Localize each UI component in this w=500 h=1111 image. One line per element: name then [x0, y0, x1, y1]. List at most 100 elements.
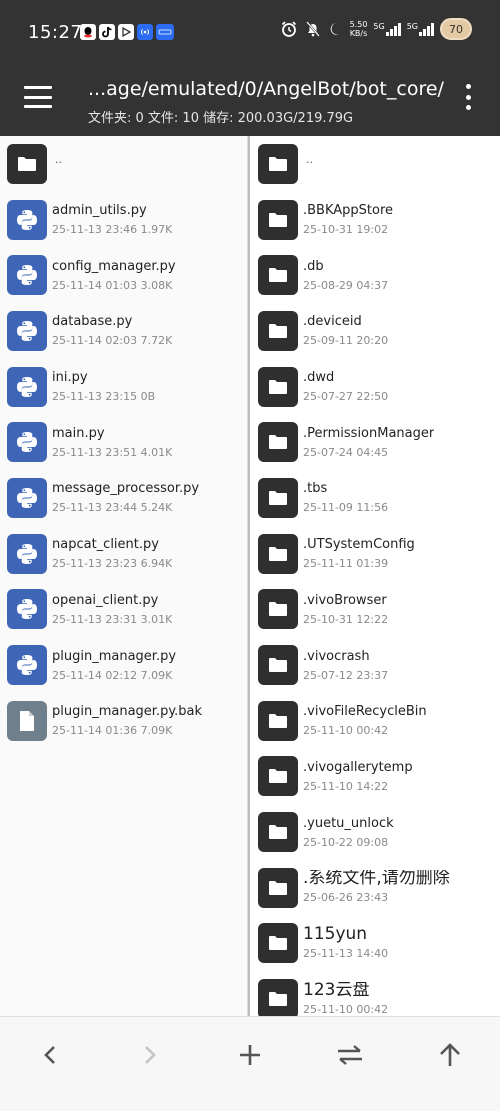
file-row[interactable]: napcat_client.py 25-11-13 23:23 6.94K [0, 526, 247, 582]
python-file-icon [7, 199, 47, 240]
folder-row[interactable]: .yuetu_unlock 25-10-22 09:08 [250, 804, 500, 860]
item-name: 123云盘 [303, 981, 370, 1000]
right-file-pane[interactable]: .. .BBKAppStore 25-10-31 19:02 .db 25-08-29 … [250, 136, 500, 1016]
item-meta: 115yun 25-11-13 14:40 [303, 926, 388, 961]
forward-button[interactable] [130, 1037, 170, 1073]
folder-icon [258, 645, 298, 686]
parent-directory-row[interactable]: .. [250, 136, 500, 192]
item-info: 25-11-13 23:15 0B [52, 390, 156, 404]
item-meta: .BBKAppStore 25-10-31 19:02 [303, 202, 393, 237]
folder-row[interactable]: .vivoBrowser 25-10-31 12:22 [250, 582, 500, 638]
file-row[interactable]: config_manager.py 25-11-14 01:03 3.08K [0, 247, 247, 303]
item-info: 25-11-13 23:31 3.01K [52, 612, 173, 626]
folder-row[interactable]: .系统文件,请勿删除 25-06-26 23:43 [250, 860, 500, 916]
file-row[interactable]: database.py 25-11-14 02:03 7.72K [0, 303, 247, 359]
folder-icon [258, 923, 298, 964]
back-button[interactable] [30, 1037, 70, 1073]
folder-row[interactable]: .tbs 25-11-09 11:56 [250, 470, 500, 526]
signal-bars-icon [419, 22, 434, 36]
app-header: ...age/emulated/0/AngelBot/bot_core/ 文件夹… [0, 62, 500, 136]
signal-label: 5G [373, 22, 385, 31]
folder-row[interactable]: 123云盘 25-11-10 00:42 [250, 971, 500, 1016]
item-meta: .db 25-08-29 04:37 [303, 258, 388, 293]
folder-icon [258, 422, 298, 463]
item-name: .系统文件,请勿删除 [303, 870, 450, 889]
folder-row[interactable]: .deviceid 25-09-11 20:20 [250, 303, 500, 359]
file-row[interactable]: plugin_manager.py 25-11-14 02:12 7.09K [0, 637, 247, 693]
item-info: 25-11-11 01:39 [303, 557, 389, 571]
folder-icon [258, 979, 298, 1016]
folder-row[interactable]: .vivoFileRecycleBin 25-11-10 00:42 [250, 693, 500, 749]
alarm-icon [281, 21, 296, 37]
item-meta: .UTSystemConfig 25-11-11 01:39 [303, 536, 415, 571]
item-name: .db [303, 258, 324, 274]
folder-icon [258, 366, 298, 407]
folder-row[interactable]: .db 25-08-29 04:37 [250, 247, 500, 303]
item-meta: .tbs 25-11-09 11:56 [303, 480, 388, 515]
folder-row[interactable]: .vivocrash 25-07-12 23:37 [250, 637, 500, 693]
item-info: 25-11-13 14:40 [303, 946, 389, 960]
signal-label: 5G [406, 22, 418, 31]
hamburger-menu-icon[interactable] [24, 86, 52, 108]
folder-row[interactable]: .UTSystemConfig 25-11-11 01:39 [250, 526, 500, 582]
item-name: 115yun [303, 925, 368, 944]
qq-icon [80, 24, 96, 40]
item-name: .dwd [303, 370, 335, 386]
python-file-icon [7, 533, 47, 574]
signal-5g-2: 5G [407, 22, 434, 36]
item-name: main.py [52, 425, 105, 441]
item-info: 25-11-13 23:46 1.97K [52, 223, 173, 237]
folder-row[interactable]: .vivogallerytemp 25-11-10 14:22 [250, 749, 500, 805]
folder-icon [258, 199, 298, 240]
item-info: 25-07-12 23:37 [303, 668, 389, 682]
folder-icon [258, 477, 298, 518]
folder-icon [258, 310, 298, 351]
item-name: .tbs [303, 481, 328, 497]
signal-bars-icon [385, 22, 401, 36]
folder-row[interactable]: .BBKAppStore 25-10-31 19:02 [250, 192, 500, 248]
bottom-toolbar [0, 1016, 500, 1111]
folder-icon [258, 533, 298, 574]
current-path[interactable]: ...age/emulated/0/AngelBot/bot_core/ [88, 78, 444, 100]
python-file-icon [7, 310, 47, 351]
folder-row[interactable]: 115yun 25-11-13 14:40 [250, 916, 500, 972]
item-info: 25-10-22 09:08 [303, 835, 389, 849]
file-row[interactable]: ini.py 25-11-13 23:15 0B [0, 359, 247, 415]
folder-icon [258, 756, 298, 797]
left-file-pane[interactable]: .. admin_utils.py 25-11-13 23:46 1.97K conf… [0, 136, 248, 1016]
file-row[interactable]: openai_client.py 25-11-13 23:31 3.01K [0, 582, 247, 638]
item-name: .vivoFileRecycleBin [303, 704, 427, 720]
item-name: .deviceid [303, 314, 362, 330]
python-file-icon [7, 589, 47, 630]
folder-row[interactable]: .PermissionManager 25-07-24 04:45 [250, 414, 500, 470]
item-name: openai_client.py [52, 592, 159, 608]
item-name: ini.py [52, 370, 88, 386]
parent-directory-row[interactable]: .. [0, 136, 247, 192]
file-row[interactable]: message_processor.py 25-11-13 23:44 5.24K [0, 470, 247, 526]
item-meta: plugin_manager.py.bak 25-11-14 01:36 7.09… [52, 703, 202, 738]
item-meta: database.py 25-11-14 02:03 7.72K [52, 313, 172, 348]
item-meta: .vivogallerytemp 25-11-10 14:22 [303, 759, 413, 794]
notification-icons [80, 24, 174, 40]
storage-stats: 文件夹: 0 文件: 10 储存: 200.03G/219.79G [88, 111, 354, 126]
swap-panes-button[interactable] [330, 1037, 370, 1073]
folder-row[interactable]: .dwd 25-07-27 22:50 [250, 359, 500, 415]
folder-icon [258, 143, 298, 184]
item-meta: .vivoFileRecycleBin 25-11-10 00:42 [303, 703, 427, 738]
item-info: 25-11-14 01:03 3.08K [52, 278, 173, 292]
chevron-right-icon [145, 1046, 156, 1064]
item-info: 25-08-29 04:37 [303, 278, 389, 292]
right-status-group: 5.50 KB/s 5G 5G 70 [280, 18, 472, 40]
item-info: 25-06-26 23:43 [303, 891, 389, 905]
item-info: 25-11-14 02:03 7.72K [52, 334, 173, 348]
parent-directory-button[interactable] [430, 1037, 470, 1073]
more-options-icon[interactable] [464, 84, 472, 110]
file-row[interactable]: plugin_manager.py.bak 25-11-14 01:36 7.09… [0, 693, 247, 749]
folder-icon [258, 700, 298, 741]
file-row[interactable]: admin_utils.py 25-11-13 23:46 1.97K [0, 192, 247, 248]
play-icon [118, 24, 134, 40]
file-row[interactable]: main.py 25-11-13 23:51 4.01K [0, 414, 247, 470]
add-button[interactable] [230, 1037, 270, 1073]
item-info: 25-10-31 19:02 [303, 223, 389, 237]
item-name: message_processor.py [52, 481, 200, 497]
